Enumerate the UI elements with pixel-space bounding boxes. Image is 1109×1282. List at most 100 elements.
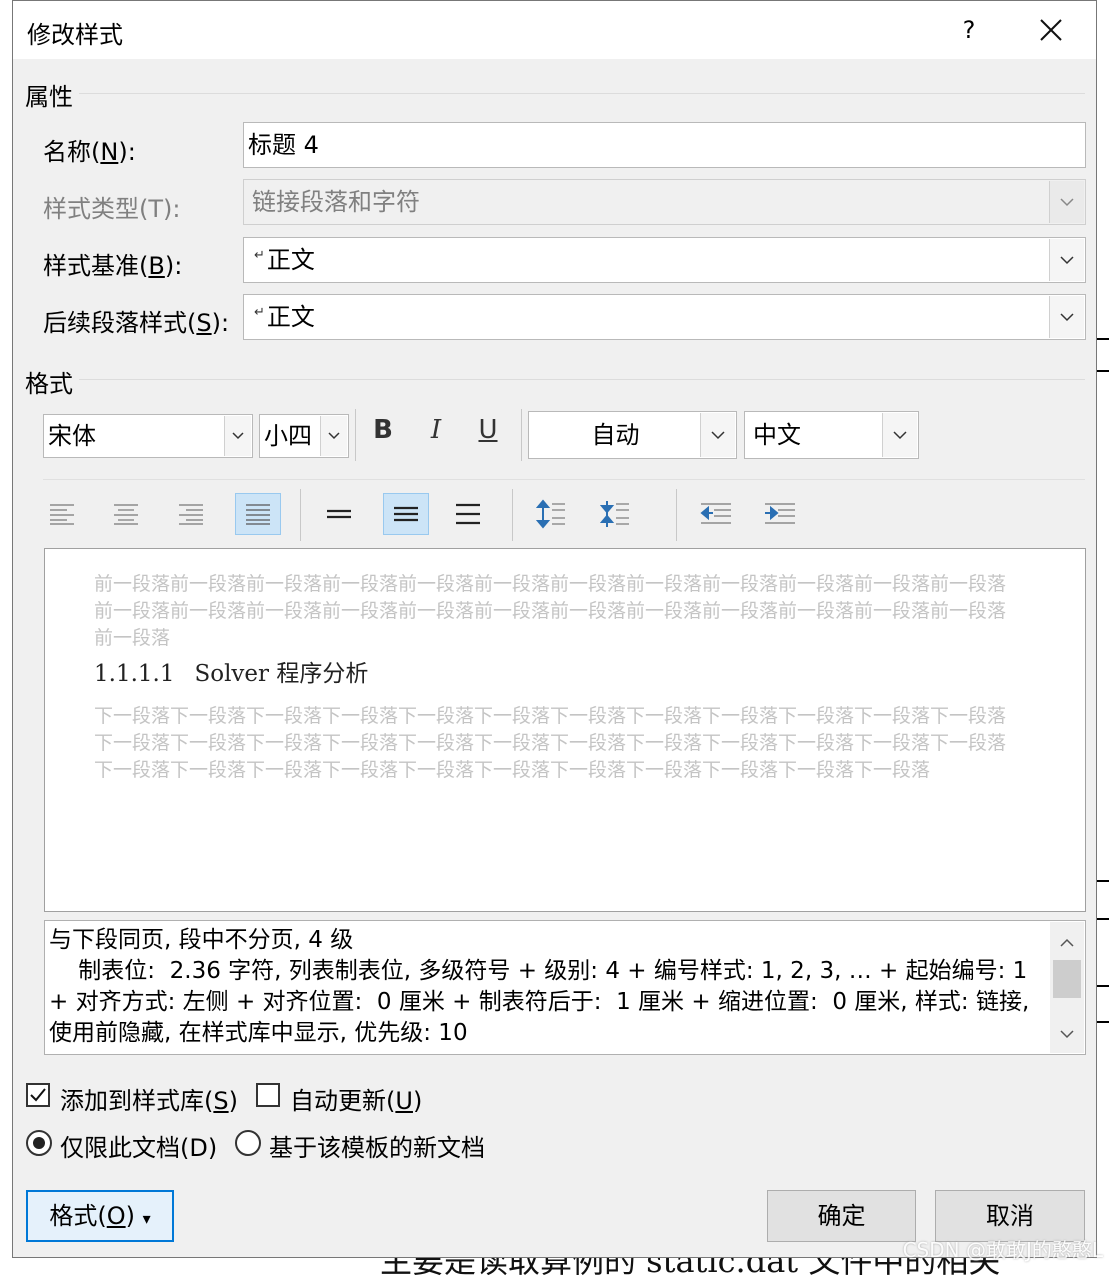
style-type-label: 样式类型(T): — [43, 195, 181, 223]
description-line: 与下段同页, 段中不分页, 4 级 — [49, 927, 354, 953]
dialog-title: 修改样式 — [27, 21, 123, 49]
watermark: CSDN @敢敢J的憨憨L — [902, 1238, 1103, 1262]
based-on-select[interactable]: ↵正文 — [243, 237, 1086, 283]
double-spacing-icon — [456, 503, 480, 525]
this-document-label[interactable]: 仅限此文档(D) — [60, 1128, 217, 1163]
bold-button[interactable]: B — [368, 415, 398, 445]
description-line: 制表位: 2.36 字符, 列表制表位, 多级符号 + 级别: 4 + 编号样式… — [49, 958, 1037, 1046]
chevron-down-icon[interactable] — [882, 413, 917, 457]
decrease-indent-button[interactable] — [693, 493, 739, 535]
increase-paragraph-spacing-button[interactable] — [528, 493, 574, 535]
underline-button[interactable]: U — [473, 415, 503, 445]
auto-update-label[interactable]: 自动更新(U) — [290, 1081, 422, 1116]
chevron-down-icon[interactable] — [224, 416, 251, 456]
following-style-label: 后续段落样式(S): — [43, 309, 230, 337]
preview-heading-text: Solver 程序分析 — [194, 661, 369, 687]
toolbar-separator — [676, 489, 677, 541]
description-scrollbar[interactable] — [1050, 922, 1084, 1053]
scrollbar-thumb[interactable] — [1053, 960, 1081, 998]
single-spacing-icon — [327, 509, 351, 519]
format-section-title: 格式 — [25, 370, 73, 398]
based-on-label: 样式基准(B): — [43, 252, 183, 280]
properties-divider — [79, 93, 1085, 94]
toolbar-separator — [521, 409, 522, 461]
decrease-paragraph-spacing-button[interactable] — [592, 493, 638, 535]
checkmark-icon — [30, 1088, 46, 1102]
decrease-indent-icon — [700, 503, 731, 524]
auto-update-checkbox[interactable] — [256, 1083, 280, 1107]
preview-heading: 1.1.1.1 Solver 程序分析 — [94, 654, 368, 688]
align-right-button[interactable] — [168, 493, 214, 535]
increase-indent-button[interactable] — [757, 493, 803, 535]
close-button[interactable] — [1031, 11, 1071, 49]
add-to-gallery-checkbox[interactable] — [26, 1083, 50, 1107]
font-color-select[interactable]: 自动 — [528, 411, 737, 459]
increase-indent-icon — [765, 503, 795, 524]
format-divider — [79, 379, 1085, 380]
preview-next-paragraph: 下一段落下一段落下一段落下一段落下一段落下一段落下一段落下一段落下一段落下一段落… — [94, 705, 1007, 781]
template-documents-radio[interactable] — [235, 1130, 261, 1156]
style-description-text: 与下段同页, 段中不分页, 4 级 制表位: 2.36 字符, 列表制表位, 多… — [49, 925, 1043, 1049]
one-half-spacing-icon — [394, 506, 418, 522]
align-left-icon — [50, 504, 74, 525]
title-bar: 修改样式 ? — [13, 1, 1096, 59]
name-input[interactable]: 标题 4 — [243, 122, 1086, 168]
ok-button[interactable]: 确定 — [767, 1190, 916, 1242]
italic-button[interactable]: I — [421, 415, 451, 445]
toolbar-separator — [355, 409, 356, 461]
style-preview: 前一段落前一段落前一段落前一段落前一段落前一段落前一段落前一段落前一段落前一段落… — [44, 548, 1086, 912]
font-value: 宋体 — [48, 422, 96, 450]
chevron-down-icon[interactable] — [320, 416, 347, 456]
preview-heading-number: 1.1.1.1 — [94, 661, 175, 687]
background-bracket — [1095, 338, 1109, 372]
align-center-button[interactable] — [103, 493, 149, 535]
template-documents-label[interactable]: 基于该模板的新文档 — [269, 1128, 485, 1163]
script-value: 中文 — [753, 421, 801, 449]
following-style-select[interactable]: ↵正文 — [243, 294, 1086, 340]
chevron-down-icon[interactable] — [1060, 1030, 1074, 1039]
chevron-up-icon[interactable] — [1060, 938, 1074, 947]
format-menu-button[interactable]: 格式(O) ▾ — [26, 1190, 174, 1242]
paragraph-mark-icon: ↵ — [254, 248, 265, 263]
preview-previous-paragraph: 前一段落前一段落前一段落前一段落前一段落前一段落前一段落前一段落前一段落前一段落… — [94, 573, 1007, 649]
style-type-select: 链接段落和字符 — [243, 179, 1086, 225]
chevron-down-icon[interactable] — [1049, 239, 1084, 281]
toolbar-separator — [300, 489, 301, 541]
this-document-radio[interactable] — [26, 1130, 52, 1156]
align-center-icon — [114, 504, 138, 525]
script-select[interactable]: 中文 — [744, 411, 919, 459]
font-color-value: 自动 — [591, 421, 640, 449]
chevron-down-icon[interactable] — [700, 413, 735, 457]
background-bracket — [1095, 985, 1109, 1023]
increase-spacing-icon — [536, 499, 565, 529]
align-left-button[interactable] — [39, 493, 85, 535]
paragraph-mark-icon: ↵ — [254, 305, 265, 320]
font-select[interactable]: 宋体 — [43, 414, 253, 458]
properties-section-title: 属性 — [25, 83, 73, 111]
justify-icon — [246, 504, 270, 525]
close-icon — [1040, 19, 1062, 41]
add-to-gallery-label[interactable]: 添加到样式库(S) — [60, 1081, 238, 1116]
double-spacing-button[interactable] — [445, 493, 491, 535]
name-label: 名称(N): — [43, 138, 136, 166]
background-bracket — [1095, 880, 1109, 920]
justify-button[interactable] — [235, 493, 281, 535]
single-spacing-button[interactable] — [316, 493, 362, 535]
toolbar-separator — [512, 489, 513, 541]
radio-selected-dot — [33, 1137, 45, 1149]
font-size-value: 小四 — [264, 422, 312, 450]
one-half-spacing-button[interactable] — [383, 493, 429, 535]
decrease-spacing-icon — [600, 501, 629, 527]
dropdown-arrow-icon: ▾ — [142, 1209, 151, 1228]
help-button[interactable]: ? — [951, 13, 987, 47]
based-on-value: 正文 — [266, 246, 315, 274]
following-style-value: 正文 — [266, 303, 315, 331]
font-size-select[interactable]: 小四 — [259, 414, 349, 458]
style-type-value: 链接段落和字符 — [252, 188, 420, 216]
modify-style-dialog: 修改样式 ? 属性 名称(N): 标题 4 样式类型(T): 链接段落和字符 样… — [12, 0, 1097, 1258]
chevron-down-icon[interactable] — [1049, 296, 1084, 338]
style-description: 与下段同页, 段中不分页, 4 级 制表位: 2.36 字符, 列表制表位, 多… — [44, 920, 1086, 1055]
align-right-icon — [179, 504, 203, 525]
chevron-down-icon — [1049, 181, 1084, 223]
toolbar-divider — [43, 479, 1085, 480]
